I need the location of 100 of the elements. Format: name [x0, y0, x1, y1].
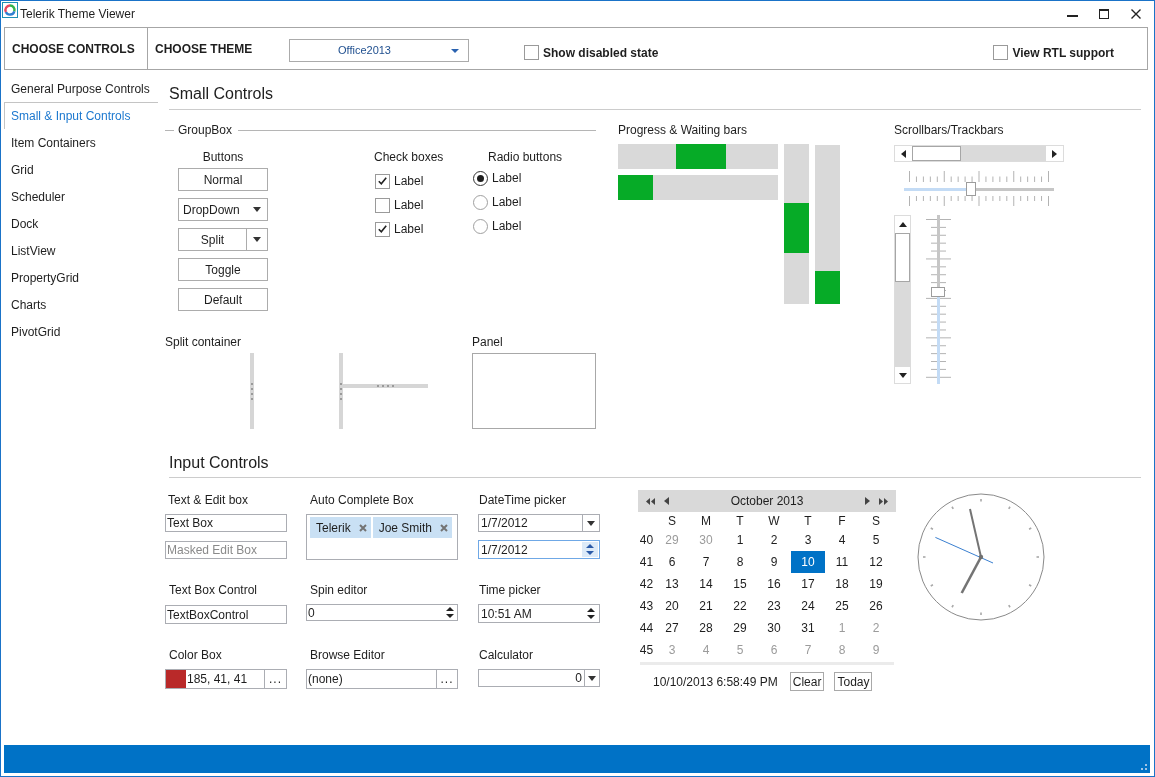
splitter-bar[interactable] — [339, 353, 343, 429]
color-box[interactable]: 185, 41, 41 ... — [165, 669, 287, 689]
sidebar-item[interactable]: ListView — [4, 237, 158, 264]
trackbar-thumb[interactable] — [966, 182, 977, 196]
sidebar-item[interactable]: PivotGrid — [4, 318, 158, 345]
sidebar-item[interactable]: Small & Input Controls — [4, 102, 158, 129]
calendar-day[interactable]: 1 — [723, 529, 757, 551]
auto-complete-box[interactable]: Telerik Joe Smith — [306, 514, 458, 560]
calendar-button[interactable]: Today — [834, 672, 873, 691]
calendar-day[interactable]: 15 — [723, 573, 757, 595]
calendar-day[interactable]: 22 — [723, 595, 757, 617]
up-down-arrows-icon[interactable] — [587, 608, 595, 619]
remove-icon[interactable] — [440, 523, 449, 532]
calendar-day[interactable]: 12 — [859, 551, 893, 573]
checkbox[interactable] — [993, 45, 1009, 60]
trackbar-thumb[interactable] — [931, 287, 945, 298]
sidebar-item[interactable]: Grid — [4, 156, 158, 183]
splitter-bar[interactable] — [250, 353, 254, 429]
calendar-day[interactable]: 23 — [757, 595, 791, 617]
split-button[interactable]: Split — [178, 228, 268, 251]
caret-right-icon[interactable] — [865, 497, 870, 505]
calendar-day[interactable]: 5 — [859, 529, 893, 551]
sidebar-item[interactable]: Scheduler — [4, 183, 158, 210]
caret-right-icon[interactable] — [1052, 149, 1057, 158]
checkbox[interactable] — [375, 221, 390, 237]
scrollbar-thumb[interactable] — [912, 146, 961, 161]
window-title: Telerik Theme Viewer — [20, 6, 135, 23]
caret-down-icon[interactable] — [898, 372, 907, 378]
calendar-day[interactable]: 18 — [825, 573, 859, 595]
remove-icon[interactable] — [358, 523, 367, 532]
calendar-day[interactable]: 4 — [825, 529, 859, 551]
masked-edit-box[interactable]: Masked Edit Box — [165, 541, 287, 559]
checkbox[interactable] — [375, 173, 390, 189]
sidebar-item[interactable]: PropertyGrid — [4, 264, 158, 291]
calendar-day[interactable]: 25 — [825, 595, 859, 617]
calendar-day[interactable]: 2 — [757, 529, 791, 551]
calendar-day[interactable]: 3 — [791, 529, 825, 551]
token[interactable]: Joe Smith — [372, 517, 453, 538]
push-button[interactable]: Normal — [178, 168, 268, 191]
calendar-day[interactable]: 28 — [689, 617, 723, 639]
caret-up-icon[interactable] — [898, 222, 907, 227]
calendar-button[interactable]: Clear — [789, 672, 825, 691]
token[interactable]: Telerik — [310, 517, 371, 538]
horizontal-scrollbar[interactable] — [894, 145, 1064, 162]
field-label: Text & Edit box — [168, 492, 249, 508]
radio-button[interactable] — [473, 194, 488, 210]
text-box[interactable]: TextBoxControl — [165, 605, 287, 624]
calendar-day[interactable]: 14 — [689, 573, 723, 595]
theme-dropdown[interactable]: Office2013 — [289, 39, 469, 62]
checkbox[interactable] — [375, 197, 390, 213]
sidebar-item[interactable]: General Purpose Controls — [4, 75, 158, 102]
calendar-day[interactable]: 17 — [791, 573, 825, 595]
calendar-day[interactable]: 13 — [655, 573, 689, 595]
double-caret-left-icon[interactable] — [646, 497, 655, 505]
date-picker[interactable]: 1/7/2012 — [478, 540, 600, 559]
calendar-day[interactable]: 9 — [757, 551, 791, 573]
calendar-day[interactable]: 29 — [723, 617, 757, 639]
radio-button[interactable] — [473, 170, 488, 186]
vertical-scrollbar[interactable] — [894, 215, 911, 384]
calendar-day[interactable]: 30 — [757, 617, 791, 639]
double-caret-right-icon[interactable] — [879, 497, 888, 505]
calendar-day[interactable]: 24 — [791, 595, 825, 617]
browse-editor[interactable]: (none) ... — [306, 669, 458, 689]
splitter-bar[interactable] — [343, 384, 428, 388]
sidebar-item[interactable]: Charts — [4, 291, 158, 318]
radio-button[interactable] — [473, 218, 488, 234]
up-down-arrows-icon[interactable] — [446, 607, 454, 618]
calendar-day[interactable]: 31 — [791, 617, 825, 639]
browse-button[interactable]: ... — [264, 670, 286, 688]
calendar-day[interactable]: 26 — [859, 595, 893, 617]
calculator-field[interactable]: 0 — [478, 669, 600, 687]
checkbox[interactable] — [524, 45, 539, 60]
spin-editor[interactable]: 0 — [306, 604, 458, 621]
calendar-day[interactable]: 20 — [655, 595, 689, 617]
caret-left-icon[interactable] — [664, 497, 669, 505]
calendar-day[interactable]: 27 — [655, 617, 689, 639]
checkbox-label: Label — [394, 173, 424, 190]
scrollbar-thumb[interactable] — [895, 233, 910, 282]
resize-grip-icon[interactable] — [1141, 764, 1147, 770]
date-picker[interactable]: 1/7/2012 — [478, 514, 600, 532]
caret-down-icon[interactable] — [587, 520, 595, 526]
browse-button[interactable]: ... — [436, 670, 457, 688]
caret-down-icon[interactable] — [588, 675, 596, 681]
sidebar-item[interactable]: Item Containers — [4, 129, 158, 156]
caret-left-icon[interactable] — [901, 149, 906, 158]
push-button[interactable]: Default — [178, 288, 268, 311]
calendar-day[interactable]: 21 — [689, 595, 723, 617]
calendar-day[interactable]: 11 — [825, 551, 859, 573]
text-box[interactable]: Text Box — [165, 514, 287, 532]
sidebar-item[interactable]: Dock — [4, 210, 158, 237]
time-picker[interactable]: 10:51 AM — [478, 604, 600, 623]
calendar-day[interactable]: 8 — [723, 551, 757, 573]
dropdown-button[interactable]: DropDown — [178, 198, 268, 221]
calendar-day[interactable]: 16 — [757, 573, 791, 595]
push-button[interactable]: Toggle — [178, 258, 268, 281]
calendar-day[interactable]: 19 — [859, 573, 893, 595]
calendar-day[interactable]: 6 — [655, 551, 689, 573]
calendar-day[interactable]: 10 — [791, 551, 825, 573]
calendar-day[interactable]: 7 — [689, 551, 723, 573]
horizontal-trackbar[interactable] — [904, 182, 1054, 196]
